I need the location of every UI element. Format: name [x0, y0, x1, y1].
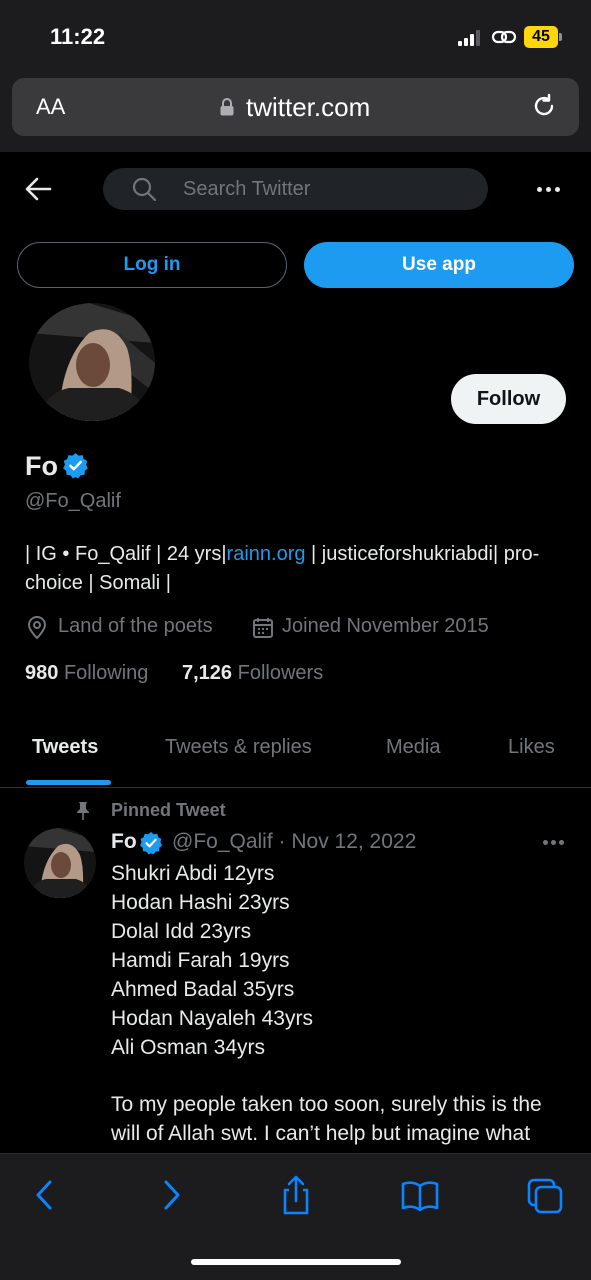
followers-label: Followers — [237, 662, 324, 684]
profile-bio: | IG • Fo_Qalif | 24 yrs|rainn.org | jus… — [25, 540, 565, 598]
address-bar[interactable]: AA twitter.com — [12, 78, 579, 136]
forward-icon[interactable] — [152, 1174, 192, 1216]
link-icon — [491, 30, 517, 44]
search-icon — [132, 177, 157, 202]
tabs-icon[interactable] — [525, 1174, 565, 1216]
tab-media[interactable]: Media — [386, 736, 440, 759]
profile-handle: @Fo_Qalif — [25, 490, 121, 512]
following-link[interactable]: 980 Following — [25, 662, 148, 685]
tweet-avatar[interactable] — [24, 828, 96, 898]
tabs-divider — [0, 787, 591, 788]
share-icon[interactable] — [276, 1174, 316, 1216]
browser-address-area: AA twitter.com — [0, 76, 591, 152]
search-placeholder: Search Twitter — [183, 178, 311, 200]
location-icon — [27, 616, 47, 640]
tweet-line: Shukri Abdi 12yrs — [111, 862, 275, 885]
profile-joined: Joined November 2015 — [282, 615, 489, 637]
back-arrow-icon[interactable] — [24, 174, 52, 204]
tweet-paragraph: To my people taken too soon, surely this… — [111, 1093, 542, 1145]
tab-likes[interactable]: Likes — [508, 736, 555, 759]
pinned-tweet-label: Pinned Tweet — [111, 800, 226, 820]
home-indicator[interactable] — [191, 1259, 401, 1265]
lock-icon — [220, 98, 234, 116]
following-label: Following — [63, 662, 149, 684]
battery-tip — [559, 33, 562, 41]
more-icon[interactable] — [537, 187, 561, 193]
calendar-icon — [253, 618, 273, 638]
follow-button[interactable]: Follow — [451, 374, 566, 424]
active-tab-indicator — [26, 780, 111, 785]
tweet-line: Hodan Nayaleh 43yrs — [111, 1007, 313, 1030]
tweet-line: Ahmed Badal 35yrs — [111, 978, 295, 1001]
tweet-line: Hamdi Farah 19yrs — [111, 949, 290, 972]
tweet-text: Shukri Abdi 12yrs Hodan Hashi 23yrs Dola… — [111, 859, 571, 1062]
tweet-line: Ali Osman 34yrs — [111, 1036, 266, 1059]
profile-avatar[interactable] — [26, 300, 158, 424]
search-input[interactable]: Search Twitter — [103, 168, 488, 210]
bio-link[interactable]: rainn.org — [227, 543, 306, 565]
bookmarks-icon[interactable] — [400, 1174, 440, 1216]
profile-location: Land of the poets — [58, 615, 213, 637]
tweet-more-icon[interactable] — [543, 840, 565, 845]
followers-count: 7,126 — [182, 662, 233, 684]
reload-icon[interactable] — [530, 92, 558, 120]
tweet-line: Hodan Hashi 23yrs — [111, 891, 290, 914]
tab-tweets[interactable]: Tweets — [32, 736, 98, 759]
signal-icon — [458, 30, 482, 46]
status-time: 11:22 — [50, 24, 106, 49]
use-app-button[interactable]: Use app — [304, 242, 574, 288]
verified-icon — [63, 453, 88, 479]
pin-icon — [77, 802, 89, 820]
followers-link[interactable]: 7,126 Followers — [182, 662, 323, 685]
url-domain[interactable]: twitter.com — [246, 92, 370, 123]
profile-name: Fo — [25, 451, 58, 481]
tab-tweets-replies[interactable]: Tweets & replies — [165, 736, 312, 759]
bio-text-prefix: | IG • Fo_Qalif | 24 yrs| — [25, 543, 227, 565]
back-icon[interactable] — [24, 1174, 64, 1216]
login-button[interactable]: Log in — [17, 242, 287, 288]
tweet-author-name[interactable]: Fo — [111, 830, 137, 854]
status-bar: 11:22 45 — [0, 0, 591, 76]
following-count: 980 — [25, 662, 59, 684]
tweet-author-handle-date: @Fo_Qalif · Nov 12, 2022 — [172, 830, 417, 853]
verified-icon — [140, 832, 162, 855]
battery-indicator: 45 — [524, 26, 558, 48]
text-size-button[interactable]: AA — [36, 94, 65, 120]
tweet-line: Dolal Idd 23yrs — [111, 920, 252, 943]
